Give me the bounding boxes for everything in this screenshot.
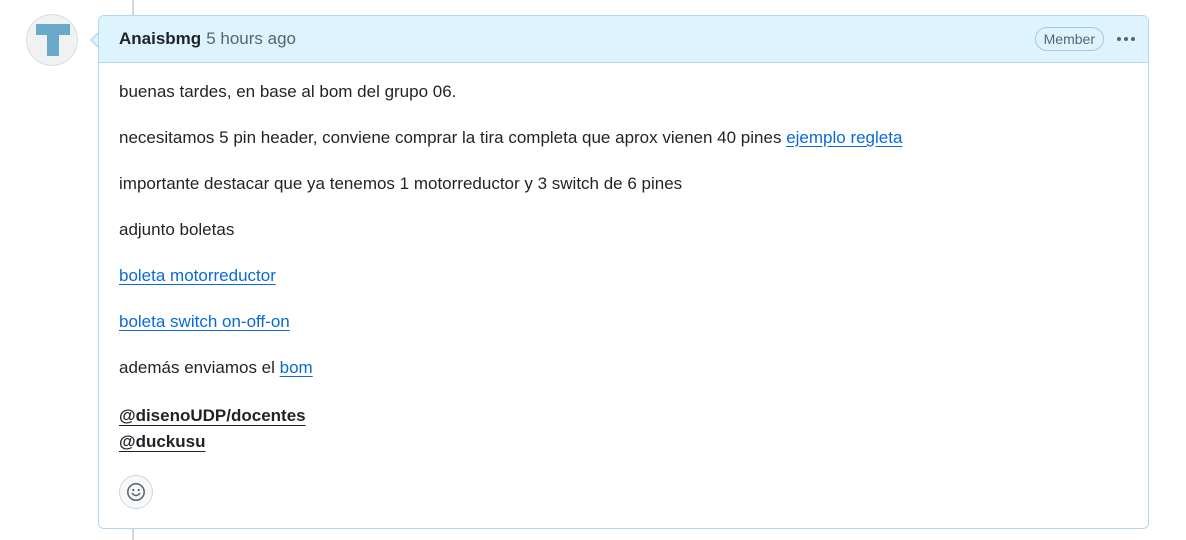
- body-paragraph-bom: además enviamos el bom: [119, 357, 1128, 379]
- link-boleta-switch[interactable]: boleta switch on-off-on: [119, 312, 290, 331]
- identicon-avatar-icon: [27, 15, 77, 65]
- link-ejemplo-regleta[interactable]: ejemplo regleta: [786, 128, 902, 147]
- body-paragraph-pin-header: necesitamos 5 pin header, conviene compr…: [119, 127, 1128, 149]
- kebab-horizontal-icon: [1117, 37, 1135, 41]
- mention-team[interactable]: @disenoUDP/docentes: [119, 406, 306, 425]
- bom-text: además enviamos el: [119, 358, 280, 377]
- body-paragraph-boleta-switch: boleta switch on-off-on: [119, 311, 1128, 333]
- mentions: @disenoUDP/docentes @duckusu: [119, 403, 1128, 455]
- mention-user[interactable]: @duckusu: [119, 432, 205, 451]
- smiley-icon: [127, 483, 145, 501]
- comment-body: buenas tardes, en base al bom del grupo …: [99, 63, 1148, 455]
- body-paragraph-inventory: importante destacar que ya tenemos 1 mot…: [119, 174, 683, 193]
- body-paragraph-attachments: adjunto boletas: [119, 220, 235, 239]
- link-bom[interactable]: bom: [280, 358, 313, 377]
- body-paragraph-greeting: buenas tardes, en base al bom del grupo …: [119, 82, 457, 101]
- avatar[interactable]: [26, 14, 78, 66]
- link-boleta-motorreductor[interactable]: boleta motorreductor: [119, 266, 276, 285]
- comment-card: Anaisbmg 5 hours ago Member buenas tarde…: [98, 15, 1149, 529]
- comment-options-button[interactable]: [1114, 27, 1138, 51]
- timestamp[interactable]: 5 hours ago: [206, 29, 296, 49]
- author-link[interactable]: Anaisbmg: [119, 29, 201, 49]
- pin-header-text: necesitamos 5 pin header, conviene compr…: [119, 128, 787, 147]
- role-badge: Member: [1034, 27, 1104, 51]
- comment-header: Anaisbmg 5 hours ago Member: [99, 16, 1148, 63]
- body-paragraph-boleta-motor: boleta motorreductor: [119, 265, 1128, 287]
- add-reaction-button[interactable]: [119, 475, 153, 509]
